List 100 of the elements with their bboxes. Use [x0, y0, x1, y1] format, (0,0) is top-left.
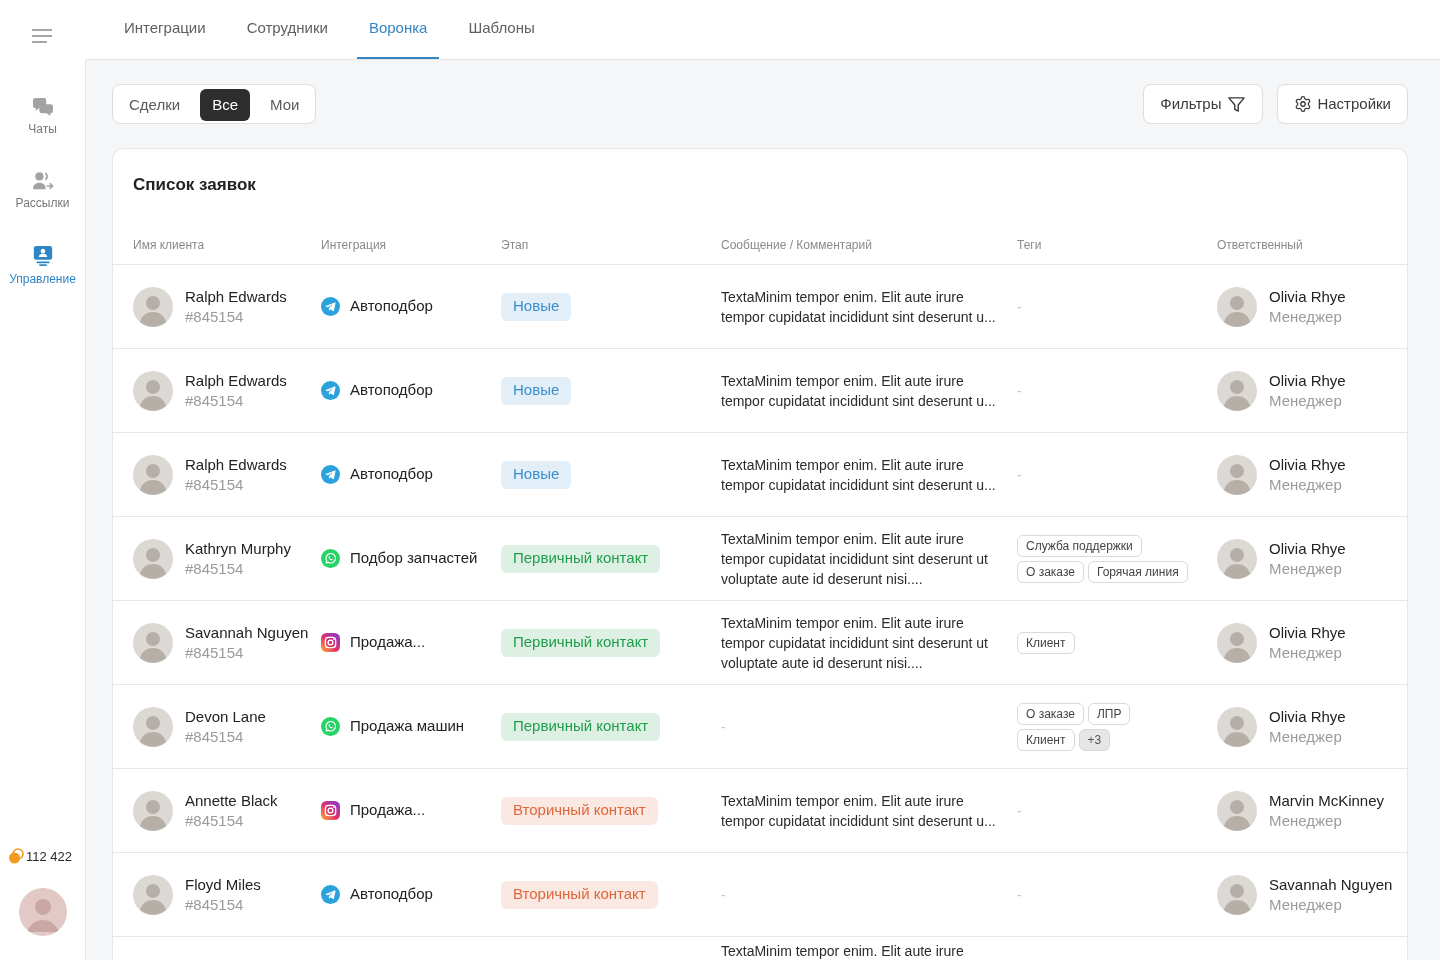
- segment-tab[interactable]: Все: [200, 89, 250, 121]
- tag: О заказе: [1017, 560, 1084, 583]
- filter-icon: [1227, 94, 1247, 114]
- avatar-placeholder: [133, 454, 173, 495]
- integration-name: Автоподбор: [350, 464, 433, 485]
- user-avatar[interactable]: [18, 888, 67, 936]
- more-tags-count[interactable]: +3: [1078, 728, 1111, 751]
- manager-name: Olivia Rhye: [1269, 622, 1346, 643]
- client-name: Savannah Nguyen: [185, 622, 309, 643]
- manager-name: Savannah Nguyen: [1269, 874, 1393, 895]
- message-text: TextaMinim tempor enim. Elit aute irure tempor cupidatat incididunt sint deserunt u...: [721, 455, 996, 495]
- avatar-placeholder: [1217, 622, 1257, 663]
- avatar-placeholder: [1217, 286, 1257, 327]
- paper-plane-icon: [321, 885, 340, 904]
- empty-dash: -: [1017, 297, 1022, 317]
- manager-role: Менеджер: [1269, 390, 1343, 411]
- manager-name: Marvin McKinney: [1269, 790, 1385, 811]
- phone-bubble-icon: [321, 717, 340, 736]
- tag: Клиент: [1017, 631, 1075, 654]
- integration-name: Продажа...: [350, 800, 426, 821]
- integration-name: Автоподбор: [350, 296, 433, 317]
- integration-name: Автоподбор: [350, 884, 433, 905]
- integration-name: Продажа машин: [350, 716, 465, 737]
- balance-amount: 112 422: [26, 847, 73, 866]
- manager-name: Olivia Rhye: [1269, 370, 1346, 391]
- client-id: #845154: [185, 306, 245, 327]
- empty-dash: -: [1017, 885, 1022, 905]
- avatar-placeholder: [133, 538, 173, 579]
- monitor-user-icon: [31, 245, 54, 267]
- paper-plane-icon: [321, 297, 340, 316]
- stage-badge: Новые: [501, 460, 572, 489]
- client-name: Devon Lane: [185, 706, 266, 727]
- manager-name: Olivia Rhye: [1269, 286, 1346, 307]
- avatar-placeholder: [1217, 538, 1257, 579]
- column-header: Теги: [1017, 236, 1042, 254]
- manager-name: Olivia Rhye: [1269, 706, 1346, 727]
- client-id: #845154: [185, 642, 245, 663]
- users-arrow-icon: [31, 171, 54, 191]
- segment-tab[interactable]: Сделки: [117, 89, 193, 121]
- client-id: #845154: [185, 726, 245, 747]
- message-text: TextaMinim tempor enim. Elit aute irure tempor cupidatat incididunt sint deserunt ut voluptate aute id deserunt nisi....: [721, 613, 988, 673]
- client-id: #845154: [185, 894, 245, 915]
- integration-name: Продажа...: [350, 632, 426, 653]
- stage-badge: Первичный контакт: [501, 628, 661, 657]
- camera-icon: [321, 633, 340, 652]
- tab[interactable]: Шаблоны: [456, 0, 547, 59]
- sidebar-item[interactable]: Управление: [0, 237, 85, 295]
- manager-role: Менеджер: [1269, 642, 1343, 663]
- manager-role: Менеджер: [1269, 810, 1343, 831]
- tag: Клиент: [1017, 728, 1075, 751]
- message-text: TextaMinim tempor enim. Elit aute irure tempor cupidatat incididunt sint deserunt u...: [721, 287, 996, 327]
- phone-bubble-icon: [321, 549, 340, 568]
- stage-badge: Первичный контакт: [501, 712, 661, 741]
- settings-icon: [1294, 95, 1313, 113]
- client-name: Annette Black: [185, 790, 278, 811]
- avatar-placeholder: [133, 622, 173, 663]
- menu-icon[interactable]: [32, 29, 52, 43]
- integration-name: Подбор запчастей: [350, 548, 478, 569]
- avatar-placeholder: [1217, 454, 1257, 495]
- empty-dash: -: [1017, 801, 1022, 821]
- column-header: Сообщение / Комментарий: [721, 236, 872, 254]
- client-name: Ralph Edwards: [185, 370, 287, 391]
- client-name: Ralph Edwards: [185, 286, 287, 307]
- empty-dash: -: [1017, 465, 1022, 485]
- sidebar-item[interactable]: Рассылки: [0, 163, 85, 219]
- avatar-placeholder: [133, 370, 173, 411]
- paper-plane-icon: [321, 381, 340, 400]
- manager-name: Olivia Rhye: [1269, 538, 1346, 559]
- client-id: #845154: [185, 558, 245, 579]
- message-text: TextaMinim tempor enim. Elit aute irure: [721, 942, 964, 960]
- tab[interactable]: Интеграции: [112, 0, 218, 59]
- manager-name: Olivia Rhye: [1269, 454, 1346, 475]
- filters-button[interactable]: Фильтры: [1143, 84, 1264, 124]
- manager-role: Менеджер: [1269, 894, 1343, 915]
- tag: Служба поддержки: [1017, 534, 1142, 557]
- stage-badge: Первичный контакт: [501, 544, 661, 573]
- avatar-placeholder: [133, 874, 173, 915]
- client-name: Kathryn Murphy: [185, 538, 291, 559]
- tag: Горячая линия: [1087, 560, 1188, 583]
- empty-dash: -: [721, 885, 726, 905]
- chat-bubbles-icon: [31, 97, 54, 117]
- stage-badge: Вторичный контакт: [501, 880, 658, 909]
- message-text: TextaMinim tempor enim. Elit aute irure tempor cupidatat incididunt sint deserunt u...: [721, 371, 996, 411]
- settings-button[interactable]: Настройки: [1277, 84, 1408, 124]
- sidebar-item[interactable]: Чаты: [0, 89, 85, 145]
- paper-plane-icon: [321, 465, 340, 484]
- tag: О заказе: [1017, 702, 1084, 725]
- client-id: #845154: [185, 390, 245, 411]
- tab[interactable]: Сотрудники: [234, 0, 340, 59]
- column-header: Ответственный: [1217, 236, 1303, 254]
- avatar-placeholder: [133, 706, 173, 747]
- message-text: TextaMinim tempor enim. Elit aute irure tempor cupidatat incididunt sint deserunt ut voluptate aute id deserunt nisi....: [721, 529, 988, 589]
- card-title: Список заявок: [132, 174, 257, 196]
- client-id: #845154: [185, 810, 245, 831]
- segment-tab[interactable]: Мои: [258, 89, 312, 121]
- avatar-placeholder: [1217, 790, 1257, 831]
- manager-role: Менеджер: [1269, 306, 1343, 327]
- message-text: TextaMinim tempor enim. Elit aute irure tempor cupidatat incididunt sint deserunt u...: [721, 791, 996, 831]
- manager-role: Менеджер: [1269, 558, 1343, 579]
- manager-role: Менеджер: [1269, 474, 1343, 495]
